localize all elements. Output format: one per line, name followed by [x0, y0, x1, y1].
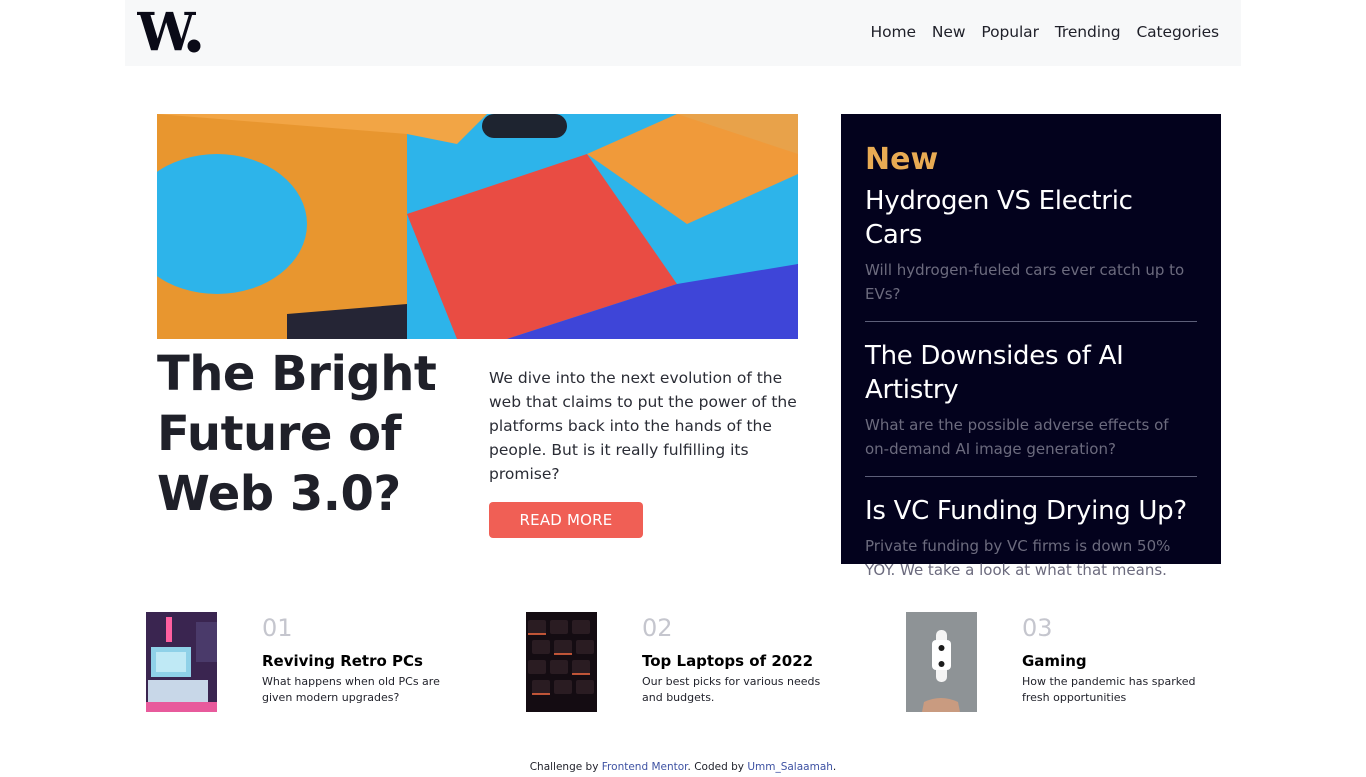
card-description: Our best picks for various needs and bud…: [642, 675, 821, 704]
author-link[interactable]: Umm_Salaamah: [747, 761, 833, 773]
card-title[interactable]: Gaming: [1022, 652, 1087, 670]
card-title[interactable]: Reviving Retro PCs: [262, 652, 423, 670]
new-item: Hydrogen VS Electric Cars Will hydrogen-…: [865, 184, 1197, 306]
hero-image: [157, 114, 798, 339]
new-articles-panel: New Hydrogen VS Electric Cars Will hydro…: [841, 114, 1221, 579]
divider: [865, 476, 1197, 477]
nav-new[interactable]: New: [932, 23, 966, 41]
divider: [865, 321, 1197, 322]
footer-prefix: Challenge by: [529, 761, 599, 773]
article-card: 02 Top Laptops of 2022 Our best picks fo…: [526, 612, 856, 712]
new-item-desc: Will hydrogen-fueled cars ever catch up …: [865, 261, 1185, 303]
card-number: 02: [642, 614, 673, 642]
nav-trending[interactable]: Trending: [1055, 23, 1121, 41]
new-item: The Downsides of AI Artistry What are th…: [865, 339, 1197, 461]
retro-pc-thumbnail[interactable]: [146, 612, 217, 712]
article-card: 03 Gaming How the pandemic has sparked f…: [906, 612, 1236, 712]
new-item-title[interactable]: Is VC Funding Drying Up?: [865, 494, 1197, 528]
top-navbar: W Home New Popular Trending Categories: [125, 0, 1241, 66]
card-number: 01: [262, 614, 293, 642]
card-number: 03: [1022, 614, 1053, 642]
new-heading: New: [865, 142, 939, 177]
read-more-button[interactable]: READ MORE: [489, 502, 643, 538]
new-item-desc: Private funding by VC firms is down 50% …: [865, 537, 1171, 579]
main-nav: Home New Popular Trending Categories: [871, 23, 1220, 41]
new-item-desc: What are the possible adverse effects of…: [865, 416, 1169, 458]
nav-home[interactable]: Home: [871, 23, 916, 41]
card-title[interactable]: Top Laptops of 2022: [642, 652, 813, 670]
gaming-controller-thumbnail[interactable]: [906, 612, 977, 712]
new-item-title[interactable]: The Downsides of AI Artistry: [865, 339, 1197, 407]
new-item: Is VC Funding Drying Up? Private funding…: [865, 494, 1197, 582]
footer-attribution: Challenge by Frontend Mentor. Coded by U…: [0, 761, 1366, 773]
new-item-title[interactable]: Hydrogen VS Electric Cars: [865, 184, 1197, 252]
nav-popular[interactable]: Popular: [981, 23, 1039, 41]
hero-description: We dive into the next evolution of the w…: [489, 369, 797, 483]
footer-middle: . Coded by: [687, 761, 744, 773]
card-description: How the pandemic has sparked fresh oppor…: [1022, 675, 1196, 704]
footer-suffix: .: [832, 761, 837, 773]
laptop-keyboard-thumbnail[interactable]: [526, 612, 597, 712]
site-logo[interactable]: W: [137, 9, 205, 55]
article-card: 01 Reviving Retro PCs What happens when …: [146, 612, 476, 712]
frontend-mentor-link[interactable]: Frontend Mentor: [602, 761, 688, 773]
nav-categories[interactable]: Categories: [1136, 23, 1219, 41]
hero-title: The Bright Future of Web 3.0?: [157, 346, 437, 522]
card-description: What happens when old PCs are given mode…: [262, 675, 440, 704]
